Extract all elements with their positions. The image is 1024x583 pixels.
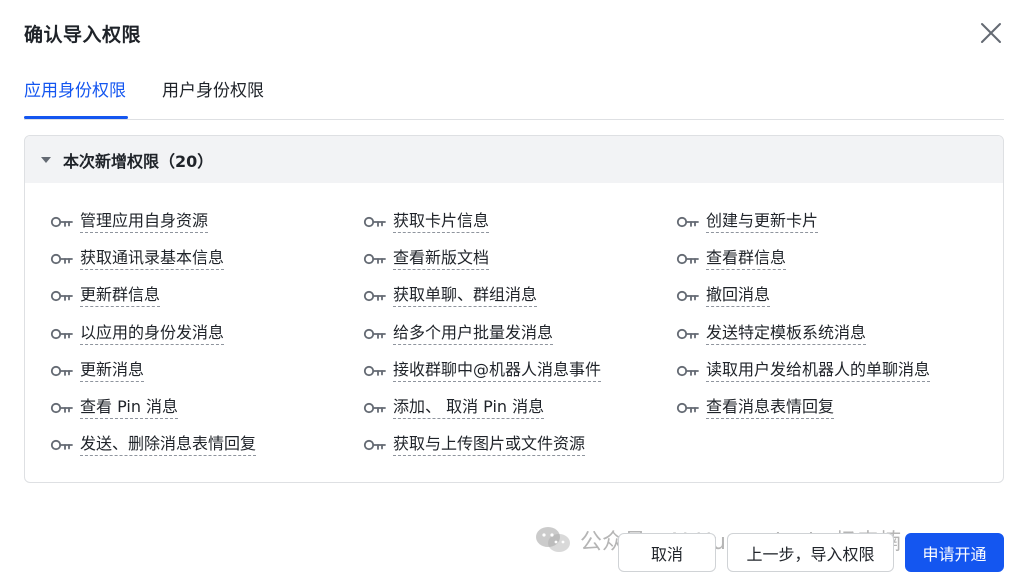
key-icon <box>363 400 387 414</box>
key-icon <box>676 363 700 377</box>
permission-item: 创建与更新卡片 <box>676 209 819 233</box>
permission-item: 查看消息表情回复 <box>676 395 835 419</box>
permission-item: 查看新版文档 <box>363 246 490 270</box>
permission-item: 添加、 取消 Pin 消息 <box>363 395 545 419</box>
permission-label[interactable]: 查看新版文档 <box>393 247 490 270</box>
key-icon <box>676 326 700 340</box>
permission-item: 管理应用自身资源 <box>50 209 209 233</box>
permission-item: 读取用户发给机器人的单聊消息 <box>676 358 931 382</box>
permission-item: 发送、删除消息表情回复 <box>50 432 257 456</box>
cancel-button[interactable]: 取消 <box>618 533 716 572</box>
permission-item: 获取卡片信息 <box>363 209 490 233</box>
previous-step-button[interactable]: 上一步，导入权限 <box>727 533 894 572</box>
tab-label: 应用身份权限 <box>24 81 126 101</box>
permission-item: 查看 Pin 消息 <box>50 395 179 419</box>
permission-item: 接收群聊中@机器人消息事件 <box>363 358 602 382</box>
key-icon <box>363 437 387 451</box>
tab-app-identity[interactable]: 应用身份权限 <box>24 78 128 119</box>
permissions-panel: 本次新增权限（20） <box>24 135 1004 483</box>
apply-button[interactable]: 申请开通 <box>905 533 1004 572</box>
permission-label[interactable]: 获取卡片信息 <box>393 210 490 233</box>
permission-label[interactable]: 发送特定模板系统消息 <box>706 322 867 345</box>
permission-label[interactable]: 查看 Pin 消息 <box>80 396 179 419</box>
key-icon <box>676 251 700 265</box>
key-icon <box>50 326 74 340</box>
wechat-icon <box>536 527 570 552</box>
permission-item: 更新群信息 <box>50 283 161 307</box>
permission-label[interactable]: 管理应用自身资源 <box>80 210 209 233</box>
permission-item: 获取单聊、群组消息 <box>363 283 538 307</box>
key-icon <box>363 288 387 302</box>
section-header[interactable]: 本次新增权限（20） <box>25 136 1003 183</box>
permission-label[interactable]: 获取与上传图片或文件资源 <box>393 433 586 456</box>
close-icon[interactable] <box>978 20 1004 46</box>
active-tab-indicator <box>24 116 128 119</box>
key-icon <box>676 214 700 228</box>
permission-label[interactable]: 读取用户发给机器人的单聊消息 <box>706 359 931 382</box>
permission-label[interactable]: 创建与更新卡片 <box>706 210 819 233</box>
permission-item: 以应用的身份发消息 <box>50 321 225 345</box>
permission-label[interactable]: 以应用的身份发消息 <box>80 322 225 345</box>
key-icon <box>50 288 74 302</box>
tab-label: 用户身份权限 <box>162 81 264 101</box>
key-icon <box>50 400 74 414</box>
permission-item: 发送特定模板系统消息 <box>676 321 867 345</box>
key-icon <box>363 363 387 377</box>
confirm-import-dialog: 确认导入权限 应用身份权限 用户身份权限 本次新增权限（20） 管理应用自身资源… <box>0 0 1024 583</box>
permission-label[interactable]: 获取通讯录基本信息 <box>80 247 225 270</box>
permission-item: 给多个用户批量发消息 <box>363 321 554 345</box>
key-icon <box>50 251 74 265</box>
permission-label[interactable]: 接收群聊中@机器人消息事件 <box>393 359 602 382</box>
key-icon <box>363 251 387 265</box>
permission-label[interactable]: 发送、删除消息表情回复 <box>80 433 257 456</box>
key-icon <box>363 326 387 340</box>
permission-label[interactable]: 查看消息表情回复 <box>706 396 835 419</box>
tab-bar: 应用身份权限 用户身份权限 <box>24 78 1004 120</box>
key-icon <box>50 437 74 451</box>
key-icon <box>50 214 74 228</box>
key-icon <box>363 214 387 228</box>
section-title: 本次新增权限（20） <box>63 151 214 171</box>
permission-item: 查看群信息 <box>676 246 787 270</box>
dialog-title: 确认导入权限 <box>24 24 142 46</box>
permission-label[interactable]: 给多个用户批量发消息 <box>393 322 554 345</box>
permission-label[interactable]: 更新群信息 <box>80 284 161 307</box>
key-icon <box>676 288 700 302</box>
key-icon <box>50 363 74 377</box>
permission-label[interactable]: 获取单聊、群组消息 <box>393 284 538 307</box>
permission-label[interactable]: 撤回消息 <box>706 284 771 307</box>
permission-label[interactable]: 添加、 取消 Pin 消息 <box>393 396 545 419</box>
permission-item: 更新消息 <box>50 358 145 382</box>
permission-label[interactable]: 查看群信息 <box>706 247 787 270</box>
key-icon <box>676 400 700 414</box>
permission-item: 获取通讯录基本信息 <box>50 246 225 270</box>
permission-item: 撤回消息 <box>676 283 771 307</box>
caret-down-icon <box>41 156 51 163</box>
tab-user-identity[interactable]: 用户身份权限 <box>162 78 264 118</box>
permission-label[interactable]: 更新消息 <box>80 359 145 382</box>
permission-item: 获取与上传图片或文件资源 <box>363 432 586 456</box>
